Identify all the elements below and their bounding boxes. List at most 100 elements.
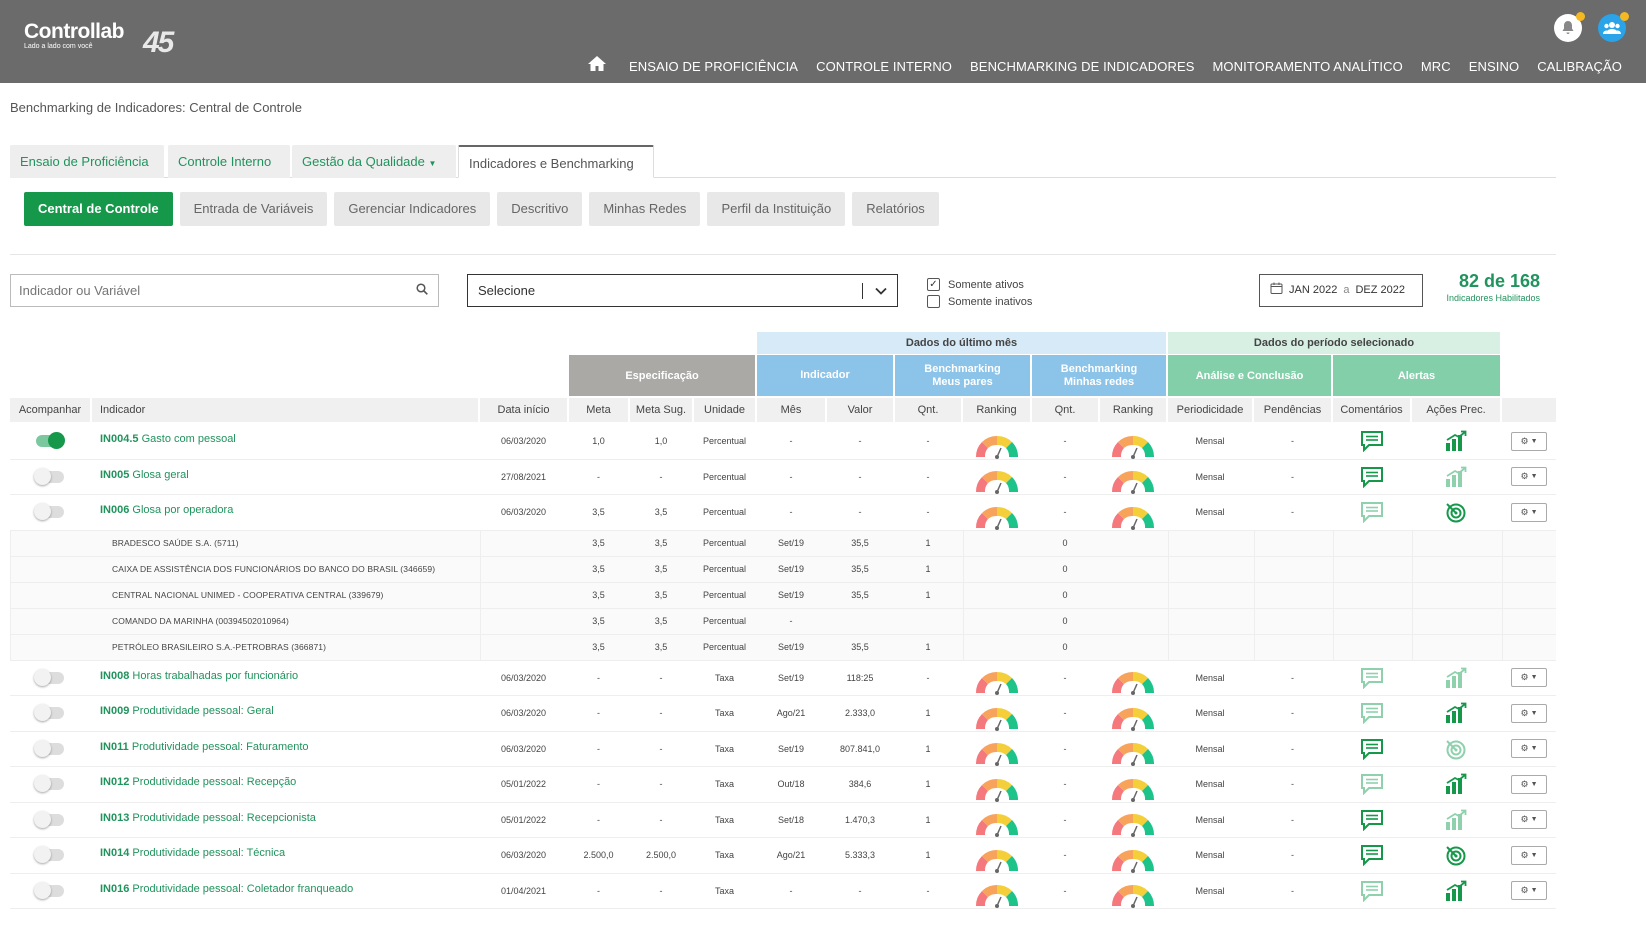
follow-toggle[interactable] (34, 704, 64, 722)
nav-calibracao[interactable]: CALIBRAÇÃO (1528, 59, 1646, 74)
nets-ranking-gauge[interactable] (1100, 767, 1166, 802)
row-settings-button[interactable]: ⚙ ▼ (1511, 703, 1547, 723)
group-select[interactable]: Selecione (467, 274, 898, 307)
comment-icon[interactable] (1333, 874, 1410, 909)
peers-ranking-gauge[interactable] (963, 424, 1030, 459)
follow-toggle[interactable] (34, 467, 64, 485)
indicator-link[interactable]: IN016 Produtividade pessoal: Coletador f… (100, 883, 353, 895)
home-icon[interactable] (588, 56, 607, 76)
follow-toggle[interactable] (34, 668, 64, 686)
row-settings-button[interactable]: ⚙ ▼ (1511, 502, 1547, 522)
nets-ranking-gauge[interactable] (1100, 874, 1166, 908)
row-settings-button[interactable]: ⚙ ▼ (1511, 668, 1547, 688)
indicator-link[interactable]: IN013 Produtividade pessoal: Recepcionis… (100, 812, 316, 824)
follow-toggle[interactable] (34, 775, 64, 793)
row-settings-button[interactable]: ⚙ ▼ (1511, 739, 1547, 759)
date-range-picker[interactable]: JAN 2022 a DEZ 2022 (1259, 274, 1423, 307)
row-settings-button[interactable]: ⚙ ▼ (1511, 845, 1547, 865)
comment-icon[interactable] (1333, 460, 1410, 495)
peers-ranking-gauge[interactable] (963, 874, 1030, 908)
follow-toggle[interactable] (34, 810, 64, 828)
nets-ranking-gauge[interactable] (1100, 495, 1166, 530)
indicator-link[interactable]: IN012 Produtividade pessoal: Recepção (100, 776, 296, 788)
peers-ranking-gauge[interactable] (963, 661, 1030, 695)
subtab-minhas-redes[interactable]: Minhas Redes (589, 192, 701, 226)
subtab-entrada-variaveis[interactable]: Entrada de Variáveis (179, 192, 328, 226)
tab-gestao-qualidade[interactable]: Gestão da Qualidade ▼ (292, 145, 456, 178)
tab-ensaio-proficiencia[interactable]: Ensaio de Proficiência (10, 145, 164, 178)
row-settings-button[interactable]: ⚙ ▼ (1511, 810, 1547, 830)
search-icon[interactable] (416, 283, 428, 298)
nav-mrc[interactable]: MRC (1412, 59, 1460, 74)
comment-icon[interactable] (1333, 424, 1410, 459)
peers-ranking-gauge[interactable] (963, 803, 1030, 837)
nets-ranking-gauge[interactable] (1100, 803, 1166, 837)
subtab-descritivo[interactable]: Descritivo (497, 192, 583, 226)
nets-ranking-gauge[interactable] (1100, 661, 1166, 695)
chart-up-icon[interactable] (1412, 767, 1500, 802)
follow-toggle[interactable] (34, 881, 64, 899)
comment-icon[interactable] (1333, 767, 1410, 802)
row-settings-button[interactable]: ⚙ ▼ (1511, 467, 1547, 487)
nets-ranking-gauge[interactable] (1100, 732, 1166, 766)
nav-benchmarking-indicadores[interactable]: BENCHMARKING DE INDICADORES (961, 59, 1203, 74)
nav-ensaio-proficiencia[interactable]: ENSAIO DE PROFICIÊNCIA (620, 59, 807, 74)
row-settings-button[interactable]: ⚙ ▼ (1511, 881, 1547, 901)
comment-icon[interactable] (1333, 732, 1410, 767)
comment-icon[interactable] (1333, 696, 1410, 731)
tab-indicadores-benchmarking[interactable]: Indicadores e Benchmarking (458, 145, 654, 178)
nav-controle-interno[interactable]: CONTROLE INTERNO (807, 59, 961, 74)
peers-ranking-gauge[interactable] (963, 838, 1030, 873)
indicator-link[interactable]: IN006 Glosa por operadora (100, 504, 233, 516)
follow-toggle[interactable] (34, 846, 64, 864)
only-active-checkbox[interactable]: ✓ Somente ativos (927, 276, 1032, 293)
peers-ranking-gauge[interactable] (963, 732, 1030, 766)
nav-ensino[interactable]: ENSINO (1460, 59, 1528, 74)
peers-ranking-gauge[interactable] (963, 767, 1030, 802)
row-settings-button[interactable]: ⚙ ▼ (1511, 774, 1547, 794)
indicator-link[interactable]: IN011 Produtividade pessoal: Faturamento (100, 741, 309, 753)
chart-up-icon[interactable] (1412, 803, 1500, 838)
nets-ranking-gauge[interactable] (1100, 696, 1166, 731)
target-icon[interactable] (1412, 495, 1500, 530)
subtab-gerenciar-indicadores[interactable]: Gerenciar Indicadores (334, 192, 491, 226)
empty-cell (10, 634, 90, 660)
nets-ranking-gauge[interactable] (1100, 460, 1166, 494)
comment-icon[interactable] (1333, 803, 1410, 838)
nets-ranking-gauge[interactable] (1100, 424, 1166, 459)
follow-toggle[interactable] (36, 432, 65, 450)
only-inactive-checkbox[interactable]: Somente inativos (927, 293, 1032, 310)
notifications-button[interactable] (1554, 12, 1585, 42)
logo[interactable]: Controllab Lado a lado com você (24, 20, 125, 50)
peers-ranking-gauge[interactable] (963, 495, 1030, 530)
row-settings-button[interactable]: ⚙ ▼ (1511, 431, 1547, 451)
target-icon[interactable] (1412, 838, 1500, 873)
chevron-down-icon (875, 275, 887, 306)
subtab-perfil-instituicao[interactable]: Perfil da Instituição (707, 192, 846, 226)
follow-toggle[interactable] (34, 503, 64, 521)
nav-monitoramento-analitico[interactable]: MONITORAMENTO ANALÍTICO (1203, 59, 1411, 74)
indicator-link[interactable]: IN014 Produtividade pessoal: Técnica (100, 847, 285, 859)
chart-up-icon[interactable] (1412, 661, 1500, 696)
search-input[interactable] (11, 275, 401, 306)
indicator-link[interactable]: IN009 Produtividade pessoal: Geral (100, 705, 274, 717)
indicator-link[interactable]: IN008 Horas trabalhadas por funcionário (100, 670, 298, 682)
indicator-link[interactable]: IN004.5 Gasto com pessoal (100, 433, 236, 445)
follow-toggle[interactable] (34, 739, 64, 757)
comment-icon[interactable] (1333, 838, 1410, 873)
chart-up-icon[interactable] (1412, 696, 1500, 731)
user-menu-button[interactable] (1598, 12, 1629, 42)
subtab-relatorios[interactable]: Relatórios (852, 192, 939, 226)
subtab-central-controle[interactable]: Central de Controle (24, 192, 173, 226)
chart-up-icon[interactable] (1412, 424, 1500, 459)
peers-ranking-gauge[interactable] (963, 460, 1030, 494)
target-icon[interactable] (1412, 732, 1500, 767)
comment-icon[interactable] (1333, 661, 1410, 696)
nets-ranking-gauge[interactable] (1100, 838, 1166, 873)
chart-up-icon[interactable] (1412, 460, 1500, 495)
indicator-link[interactable]: IN005 Glosa geral (100, 469, 189, 481)
chart-up-icon[interactable] (1412, 874, 1500, 909)
peers-ranking-gauge[interactable] (963, 696, 1030, 731)
comment-icon[interactable] (1333, 495, 1410, 530)
tab-controle-interno[interactable]: Controle Interno (168, 145, 290, 178)
